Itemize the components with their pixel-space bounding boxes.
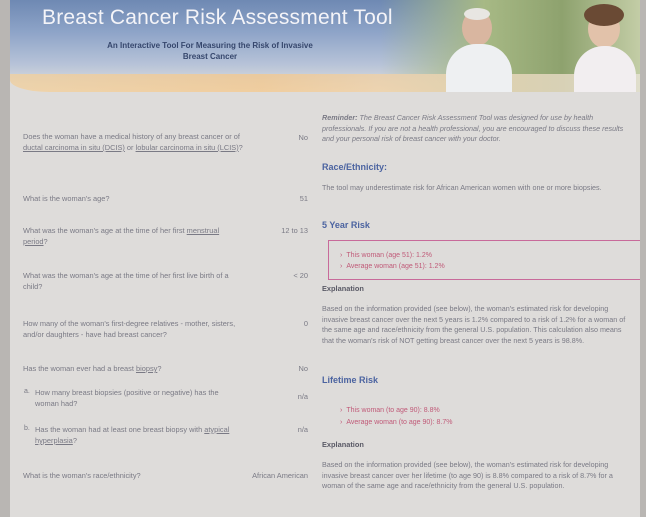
question-age: What is the woman's age? [23, 194, 110, 203]
lifetime-average-woman: › Average woman (to age 90): 8.7% [340, 419, 453, 426]
link-lcis[interactable]: lobular carcinoma in situ (LCIS) [136, 143, 239, 152]
question-atypical: Has the woman had at least one breast bi… [35, 425, 230, 445]
question-biopsy-count: How many breast biopsies (positive or ne… [35, 388, 219, 408]
reminder-note: Reminder: The Breast Cancer Risk Assessm… [322, 113, 634, 145]
banner-photo-doctor [440, 0, 520, 92]
arrow-icon: › [340, 252, 343, 259]
question-history: Does the woman have a medical history of… [23, 132, 243, 152]
question-relatives: How many of the woman's first-degree rel… [23, 319, 236, 339]
lifetime-this-woman: › This woman (to age 90): 8.8% [340, 407, 440, 414]
arrow-icon: › [340, 263, 343, 270]
answer-first-birth: < 20 [293, 271, 308, 280]
question-menarche: What was the woman's age at the time of … [23, 226, 220, 246]
five-year-this-woman: › This woman (age 51): 1.2% [340, 252, 432, 259]
five-year-explanation: Based on the information provided (see b… [322, 304, 626, 345]
five-year-explanation-label: Explanation [322, 284, 364, 293]
link-dcis[interactable]: ductal carcinoma in situ (DCIS) [23, 143, 125, 152]
answer-relatives: 0 [303, 319, 308, 328]
page-subtitle: An Interactive Tool For Measuring the Ri… [107, 41, 313, 61]
answer-atypical: n/a [297, 425, 308, 434]
link-biopsy[interactable]: biopsy [136, 364, 157, 373]
five-year-average-woman: › Average woman (age 51): 1.2% [340, 263, 445, 270]
banner-color-band [10, 74, 640, 92]
answer-race: African American [252, 471, 308, 480]
bullet-a: a. [24, 388, 30, 395]
five-year-risk-box [328, 240, 640, 280]
answer-biopsy: No [298, 364, 308, 373]
banner-photo-patient [570, 4, 640, 92]
answer-menarche: 12 to 13 [281, 226, 308, 235]
answer-age: 51 [299, 194, 308, 203]
page-title: Breast Cancer Risk Assessment Tool [42, 6, 393, 29]
question-first-birth: What was the woman's age at the time of … [23, 271, 229, 291]
question-biopsy: Has the woman ever had a breast biopsy? [23, 364, 162, 373]
answer-history: No [298, 133, 308, 142]
lifetime-explanation-label: Explanation [322, 440, 364, 449]
reminder-label: Reminder: [322, 113, 358, 122]
lifetime-explanation: Based on the information provided (see b… [322, 460, 613, 490]
five-year-risk-heading: 5 Year Risk [322, 220, 370, 230]
race-text: The tool may underestimate risk for Afri… [322, 183, 602, 192]
bullet-b: b. [24, 425, 30, 432]
header-banner: Breast Cancer Risk Assessment Tool An In… [10, 0, 640, 92]
race-heading: Race/Ethnicity: [322, 162, 388, 172]
reminder-text: The Breast Cancer Risk Assessment Tool w… [322, 113, 624, 143]
lifetime-risk-heading: Lifetime Risk [322, 375, 379, 385]
arrow-icon: › [340, 419, 343, 426]
answer-biopsy-count: n/a [297, 392, 308, 401]
page: Breast Cancer Risk Assessment Tool An In… [10, 0, 640, 517]
arrow-icon: › [340, 407, 343, 414]
question-race: What is the woman's race/ethnicity? [23, 471, 141, 480]
